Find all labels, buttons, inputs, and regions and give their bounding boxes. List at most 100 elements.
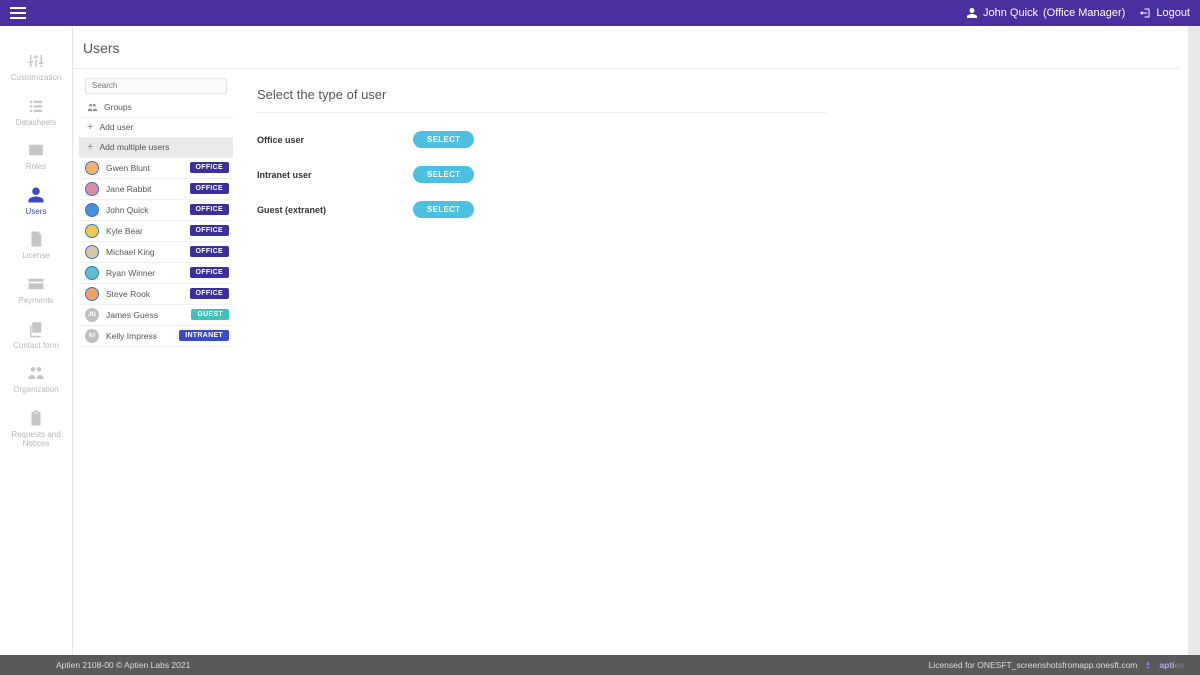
select-button[interactable]: SELECT	[413, 166, 474, 183]
avatar	[85, 245, 99, 259]
copy-icon	[26, 320, 46, 338]
user-type-panel: Select the type of user Office userSELEC…	[233, 69, 1200, 655]
footer: Aptien 2108-00 © Aptien Labs 2021 Licens…	[0, 655, 1200, 675]
clipboard-icon	[26, 409, 46, 427]
user-type-badge: OFFICE	[190, 288, 229, 299]
user-icon	[26, 186, 46, 204]
user-row[interactable]: Jane RabbitOFFICE	[79, 179, 233, 200]
group-icon	[87, 102, 98, 113]
user-type-label: Guest (extranet)	[257, 205, 413, 215]
user-icon	[966, 7, 978, 19]
avatar	[85, 224, 99, 238]
user-name-label: James Guess	[106, 310, 191, 320]
user-row[interactable]: John QuickOFFICE	[79, 200, 233, 221]
hamburger-icon[interactable]	[10, 7, 26, 19]
add-multiple-label: Add multiple users	[99, 142, 169, 152]
current-user[interactable]: John Quick (Office Manager)	[966, 7, 1125, 19]
sidebar-item-datasheets[interactable]: Datasheets	[0, 91, 72, 136]
sidebar-item-organization[interactable]: Organization	[0, 358, 72, 403]
user-list-panel: Groups + Add user + Add multiple users G…	[79, 69, 233, 655]
section-heading: Select the type of user	[257, 87, 827, 113]
user-row[interactable]: JG James GuessGUEST	[79, 305, 233, 326]
logout-icon	[1139, 7, 1151, 19]
sidebar-label: Organization	[13, 385, 58, 395]
footer-right-text: Licensed for ONESFT_screenshotsfromapp.o…	[929, 660, 1138, 670]
user-row[interactable]: Steve RookOFFICE	[79, 284, 233, 305]
user-row[interactable]: Ryan WinnerOFFICE	[79, 263, 233, 284]
user-name-label: Michael King	[106, 247, 190, 257]
add-user-label: Add user	[99, 122, 133, 132]
sidebar-label: Requests and Notices	[4, 430, 68, 449]
sidebar-label: Datasheets	[16, 118, 56, 128]
user-name-label: Kelly Impress	[106, 331, 179, 341]
user-type-badge: OFFICE	[190, 225, 229, 236]
logout-button[interactable]: Logout	[1139, 7, 1190, 19]
doc-icon	[26, 230, 46, 248]
avatar: KI	[85, 329, 99, 343]
sidebar-item-requests[interactable]: Requests and Notices	[0, 403, 72, 457]
user-type-badge: OFFICE	[190, 204, 229, 215]
user-name-label: Ryan Winner	[106, 268, 190, 278]
card-icon	[26, 275, 46, 293]
user-name-label: John Quick	[106, 205, 190, 215]
sidebar-item-customization[interactable]: Customization	[0, 46, 72, 91]
user-type-badge: OFFICE	[190, 162, 229, 173]
user-type-row: Guest (extranet)SELECT	[257, 201, 1200, 218]
sidebar-label: Payments	[18, 296, 54, 306]
groups-row[interactable]: Groups	[79, 98, 233, 118]
sidebar-label: Roles	[26, 162, 46, 172]
user-name-label: Gwen Blunt	[106, 163, 190, 173]
id-icon	[26, 141, 46, 159]
list-icon	[26, 97, 46, 115]
brand-icon	[1143, 660, 1153, 670]
user-role: (Office Manager)	[1043, 7, 1125, 19]
user-type-label: Office user	[257, 135, 413, 145]
user-type-label: Intranet user	[257, 170, 413, 180]
user-name-label: Kyle Bear	[106, 226, 190, 236]
select-button[interactable]: SELECT	[413, 131, 474, 148]
user-type-badge: GUEST	[191, 309, 229, 320]
user-type-badge: OFFICE	[190, 183, 229, 194]
footer-left: Aptien 2108-00 © Aptien Labs 2021	[56, 660, 190, 670]
user-type-badge: INTRANET	[179, 330, 229, 341]
add-multiple-users-row[interactable]: + Add multiple users	[79, 138, 233, 158]
logout-label: Logout	[1156, 7, 1190, 19]
sidebar-label: Customization	[11, 73, 62, 83]
avatar	[85, 182, 99, 196]
sidebar-item-roles[interactable]: Roles	[0, 135, 72, 180]
avatar	[85, 287, 99, 301]
avatar	[85, 161, 99, 175]
add-user-row[interactable]: + Add user	[79, 118, 233, 138]
brand-name: apti	[1159, 660, 1174, 670]
groups-label: Groups	[104, 102, 132, 112]
main-area: Users Groups + Add user + Add multiple u…	[73, 26, 1200, 655]
sliders-icon	[26, 52, 46, 70]
user-row[interactable]: Gwen BluntOFFICE	[79, 158, 233, 179]
sidebar-label: License	[22, 251, 50, 261]
sidebar-label: Contact form	[13, 341, 59, 351]
avatar	[85, 266, 99, 280]
user-row[interactable]: Michael KingOFFICE	[79, 242, 233, 263]
user-name-label: Jane Rabbit	[106, 184, 190, 194]
brand-suffix: en	[1175, 660, 1184, 670]
select-button[interactable]: SELECT	[413, 201, 474, 218]
user-name-label: Steve Rook	[106, 289, 190, 299]
sidebar-item-payments[interactable]: Payments	[0, 269, 72, 314]
page-title: Users	[73, 26, 1180, 69]
user-row[interactable]: KI Kelly ImpressINTRANET	[79, 326, 233, 347]
user-type-row: Intranet userSELECT	[257, 166, 1200, 183]
sidebar-item-contact-form[interactable]: Contact form	[0, 314, 72, 359]
user-name: John Quick	[983, 7, 1038, 19]
org-icon	[26, 364, 46, 382]
sidebar: Customization Datasheets Roles Users Lic…	[0, 26, 73, 655]
user-type-badge: OFFICE	[190, 267, 229, 278]
avatar	[85, 203, 99, 217]
user-type-row: Office userSELECT	[257, 131, 1200, 148]
search-input[interactable]	[85, 78, 227, 94]
user-type-badge: OFFICE	[190, 246, 229, 257]
avatar: JG	[85, 308, 99, 322]
plus-icon: +	[87, 122, 93, 133]
user-row[interactable]: Kyle BearOFFICE	[79, 221, 233, 242]
sidebar-item-license[interactable]: License	[0, 224, 72, 269]
sidebar-item-users[interactable]: Users	[0, 180, 72, 225]
